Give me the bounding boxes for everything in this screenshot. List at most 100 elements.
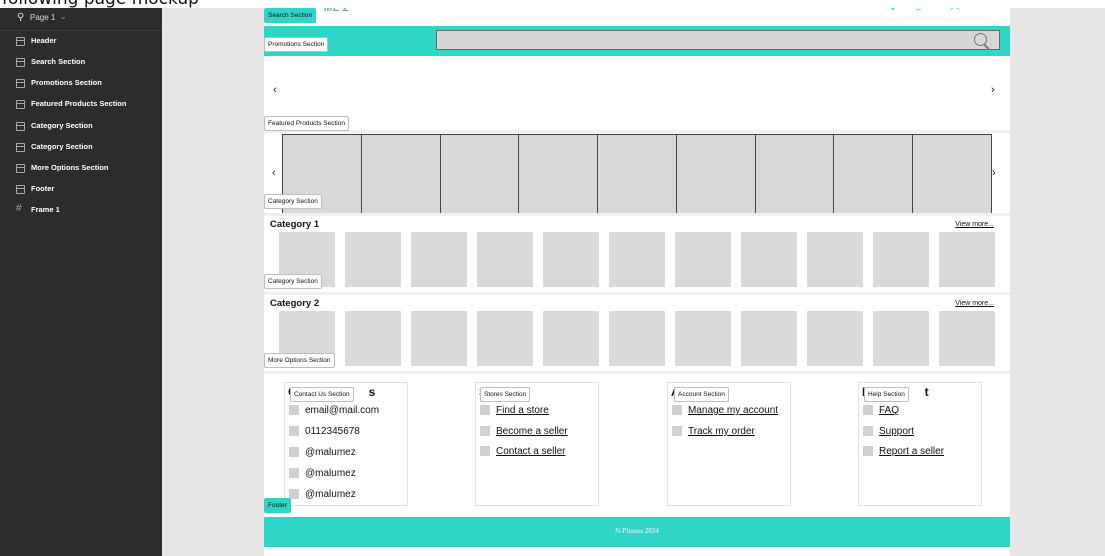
page-name: Page 1: [30, 13, 56, 22]
category-item[interactable]: [741, 311, 797, 366]
placeholder-icon: [863, 426, 873, 437]
layer-item[interactable]: Header: [0, 32, 162, 52]
divider: [264, 213, 1010, 216]
category-section-tag[interactable]: Category Section: [264, 274, 322, 289]
layer-item[interactable]: More Options Section: [0, 159, 162, 179]
featured-next-arrow[interactable]: ›: [992, 167, 996, 179]
layer-label: More Options Section: [31, 163, 109, 172]
product-card[interactable]: [519, 135, 599, 213]
stores-link[interactable]: Find a store: [480, 405, 549, 416]
promo-prev-arrow[interactable]: ‹: [273, 84, 277, 96]
category-item[interactable]: [477, 232, 533, 287]
layer-item[interactable]: Search Section: [0, 53, 162, 73]
layer-item[interactable]: Footer: [0, 180, 162, 200]
product-card[interactable]: [441, 135, 520, 213]
frame-icon: #: [16, 203, 22, 214]
view-more-link[interactable]: View more...: [955, 221, 994, 228]
product-card[interactable]: [362, 135, 441, 213]
account-section-tag[interactable]: Account Section: [674, 387, 729, 402]
placeholder-icon: [863, 405, 873, 416]
category-item[interactable]: [543, 232, 599, 287]
layer-label: Promotions Section: [31, 78, 102, 87]
category-item[interactable]: [477, 311, 533, 366]
category-item[interactable]: [675, 232, 731, 287]
search-input[interactable]: [436, 30, 1000, 50]
category-item[interactable]: [411, 232, 467, 287]
product-card[interactable]: [677, 135, 756, 213]
category-item[interactable]: [675, 311, 731, 366]
category-item[interactable]: [939, 232, 995, 287]
section-icon: [16, 185, 25, 194]
product-card[interactable]: [598, 135, 677, 213]
search-section-tag[interactable]: Search Section: [264, 8, 317, 23]
more-options-section-tag[interactable]: More Options Section: [264, 353, 335, 368]
placeholder-icon: [289, 405, 299, 416]
placeholder-icon: [672, 405, 682, 416]
view-more-link[interactable]: View more...: [955, 300, 994, 307]
contact-item: @malumez: [289, 447, 356, 458]
divider: [264, 292, 1010, 295]
help-link[interactable]: FAQ: [863, 405, 899, 416]
document-caption: following page mockup: [0, 0, 1105, 8]
product-card[interactable]: [756, 135, 835, 213]
contact-item: 0112345678: [289, 426, 360, 437]
section-icon: [16, 143, 25, 152]
placeholder-icon: [289, 426, 299, 437]
category-item[interactable]: [807, 232, 863, 287]
category-item[interactable]: [345, 311, 401, 366]
page-selector[interactable]: ⚲ Page 1 ⌄: [0, 8, 162, 31]
layer-item[interactable]: Promotions Section: [0, 74, 162, 94]
layer-item[interactable]: # Frame 1: [0, 201, 162, 221]
category-item[interactable]: [807, 311, 863, 366]
layer-item[interactable]: Category Section: [0, 138, 162, 158]
help-link[interactable]: Support: [863, 426, 914, 437]
account-link[interactable]: Manage my account: [672, 405, 778, 416]
featured-section-tag[interactable]: Featured Products Section: [264, 116, 349, 131]
footer: N-Plusses 2024: [264, 517, 1010, 547]
category-item[interactable]: [873, 311, 929, 366]
search-icon[interactable]: [974, 33, 987, 46]
contact-section-tag[interactable]: Contact Us Section: [290, 387, 354, 402]
placeholder-icon: [863, 446, 873, 457]
layer-label: Category Section: [31, 121, 93, 130]
search-bar: [264, 26, 1010, 56]
search-icon[interactable]: ⚲: [17, 12, 24, 23]
category-item[interactable]: [411, 311, 467, 366]
category-item[interactable]: [345, 232, 401, 287]
help-section-tag[interactable]: Help Section: [864, 387, 909, 402]
category-item[interactable]: [609, 311, 665, 366]
category-item[interactable]: [609, 232, 665, 287]
help-link[interactable]: Report a seller: [863, 446, 944, 457]
featured-prev-arrow[interactable]: ‹: [272, 167, 276, 179]
stores-link[interactable]: Contact a seller: [480, 446, 565, 457]
category-item[interactable]: [741, 232, 797, 287]
category-section-tag[interactable]: Category Section: [264, 194, 322, 209]
section-icon: [16, 122, 25, 131]
divider: [264, 130, 1010, 133]
layer-label: Featured Products Section: [31, 99, 127, 108]
layer-item[interactable]: Category Section: [0, 117, 162, 137]
section-icon: [16, 58, 25, 67]
placeholder-icon: [480, 405, 490, 416]
contact-item: @malumez: [289, 468, 356, 479]
section-icon: [16, 37, 25, 46]
footer-section-tag[interactable]: Footer: [264, 498, 291, 513]
placeholder-icon: [480, 446, 490, 457]
product-card[interactable]: [913, 135, 991, 213]
page-frame: ME'Z • ≈ ⌒ Search Section Promotions Sec…: [264, 3, 1010, 556]
product-card[interactable]: [834, 135, 914, 213]
placeholder-icon: [672, 426, 682, 437]
placeholder-icon: [289, 447, 299, 458]
stores-section-tag[interactable]: Stores Section: [480, 387, 531, 402]
layers-panel: ⚲ Page 1 ⌄ Header Search Section Promoti…: [0, 0, 162, 556]
layer-item[interactable]: Featured Products Section: [0, 95, 162, 115]
promo-next-arrow[interactable]: ›: [991, 84, 995, 96]
layer-label: Frame 1: [31, 205, 60, 214]
category-item[interactable]: [939, 311, 995, 366]
promotions-section-tag[interactable]: Promotions Section: [264, 37, 329, 52]
account-link[interactable]: Track my order: [672, 426, 755, 437]
stores-link[interactable]: Become a seller: [480, 426, 568, 437]
category-item[interactable]: [873, 232, 929, 287]
category-item[interactable]: [543, 311, 599, 366]
layer-label: Search Section: [31, 57, 86, 66]
